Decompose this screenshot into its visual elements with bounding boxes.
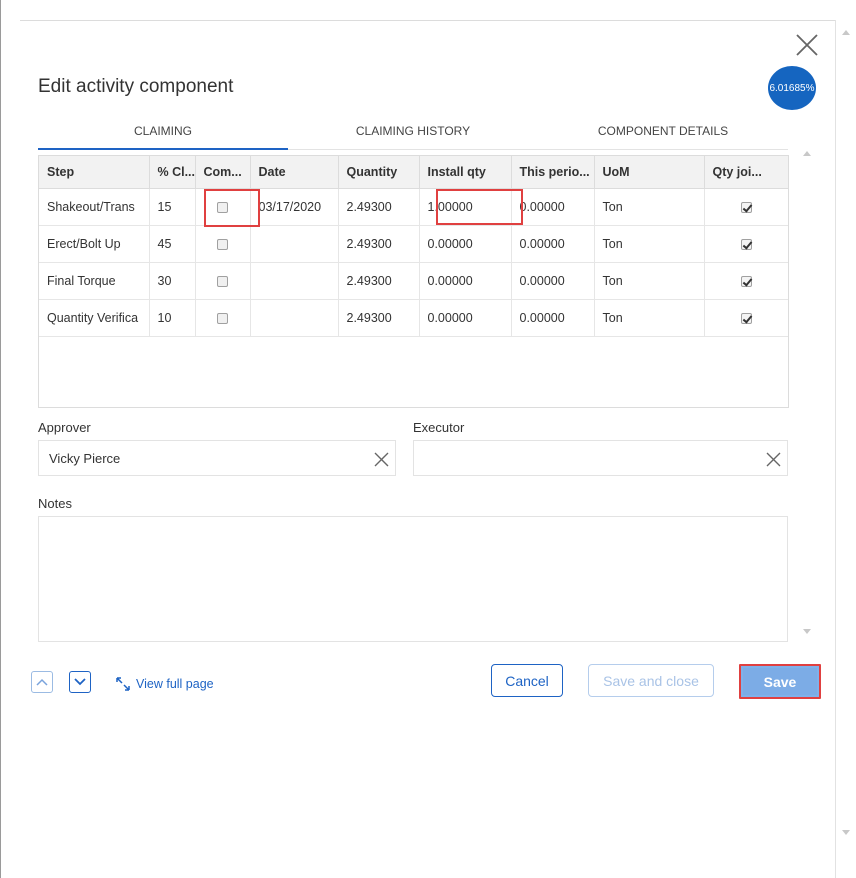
column-header-install-qty[interactable]: Install qty [419,156,512,189]
claiming-grid: Step % Cl... Com... Date Quantity Instal… [38,155,789,408]
approver-value: Vicky Pierce [49,450,121,466]
column-header-step[interactable]: Step [39,156,150,189]
cell-install-qty[interactable]: 1.00000 [419,188,512,226]
cell-percent-claimed[interactable]: 30 [149,262,196,300]
scroll-down-arrow-icon[interactable] [803,629,811,634]
chevron-up-icon [36,678,48,686]
notes-textarea[interactable] [38,516,788,642]
cell-date[interactable]: 03/17/2020 [250,188,339,226]
table-header-row: Step % Cl... Com... Date Quantity Instal… [39,156,788,189]
cell-complete [195,188,251,226]
dialog-title: Edit activity component [38,76,234,97]
clear-icon[interactable] [374,452,389,467]
column-header-date[interactable]: Date [250,156,339,189]
cell-complete [195,225,251,263]
cell-uom: Ton [594,188,705,226]
cell-qty-joined [704,299,788,337]
claiming-table: Step % Cl... Com... Date Quantity Instal… [39,156,788,337]
clear-icon[interactable] [766,452,781,467]
column-header-this-period[interactable]: This perio... [511,156,595,189]
scroll-down-arrow-icon[interactable] [842,830,850,835]
complete-checkbox[interactable] [217,312,228,324]
cell-this-period: 0.00000 [511,225,595,263]
cell-this-period: 0.00000 [511,299,595,337]
expand-icon [116,677,130,691]
cell-date[interactable] [250,262,339,300]
qty-joined-checkbox[interactable] [741,275,753,287]
tab-claiming[interactable]: CLAIMING [38,120,288,150]
column-header-qty-joined[interactable]: Qty joi... [704,156,788,189]
cell-quantity: 2.49300 [338,299,420,337]
qty-joined-checkbox[interactable] [741,312,753,324]
executor-label: Executor [413,420,465,435]
cell-this-period: 0.00000 [511,188,595,226]
qty-joined-checkbox[interactable] [741,201,753,213]
view-full-page-link[interactable]: View full page [116,677,214,691]
previous-record-button[interactable] [31,671,53,693]
cell-quantity: 2.49300 [338,225,420,263]
progress-badge: 6.01685% [768,66,816,110]
column-header-complete[interactable]: Com... [195,156,251,189]
dialog-right-border [835,20,836,878]
table-row[interactable]: Final Torque 30 2.49300 0.00000 0.00000 … [39,262,788,300]
complete-checkbox[interactable] [217,275,228,287]
column-header-quantity[interactable]: Quantity [338,156,420,189]
table-row[interactable]: Shakeout/Trans 15 03/17/2020 2.49300 1.0… [39,188,788,226]
close-icon[interactable] [794,32,820,58]
cancel-button[interactable]: Cancel [491,664,563,697]
complete-checkbox[interactable] [217,238,228,250]
column-header-uom[interactable]: UoM [594,156,705,189]
cell-step[interactable]: Final Torque [39,262,150,300]
next-record-button[interactable] [69,671,91,693]
page-scrollbar[interactable] [837,20,856,878]
cell-quantity: 2.49300 [338,188,420,226]
chevron-down-icon [74,678,86,686]
cell-this-period: 0.00000 [511,262,595,300]
cell-install-qty[interactable]: 0.00000 [419,225,512,263]
column-header-percent-claimed[interactable]: % Cl... [149,156,196,189]
table-row[interactable]: Erect/Bolt Up 45 2.49300 0.00000 0.00000… [39,225,788,263]
table-row[interactable]: Quantity Verifica 10 2.49300 0.00000 0.0… [39,299,788,337]
cell-step[interactable]: Shakeout/Trans [39,188,150,226]
save-button[interactable]: Save [743,668,817,695]
tab-component-details[interactable]: COMPONENT DETAILS [538,120,788,149]
save-and-close-button[interactable]: Save and close [588,664,714,697]
cell-complete [195,262,251,300]
scroll-up-arrow-icon[interactable] [842,30,850,35]
cell-qty-joined [704,188,788,226]
cell-qty-joined [704,225,788,263]
complete-checkbox[interactable] [217,201,228,213]
cell-uom: Ton [594,262,705,300]
cell-complete [195,299,251,337]
qty-joined-checkbox[interactable] [741,238,753,250]
executor-field[interactable] [413,440,788,476]
window-left-border [0,0,1,878]
cell-percent-claimed[interactable]: 15 [149,188,196,226]
cell-uom: Ton [594,299,705,337]
cell-qty-joined [704,262,788,300]
cell-date[interactable] [250,299,339,337]
cell-install-qty[interactable]: 0.00000 [419,262,512,300]
approver-label: Approver [38,420,91,435]
save-button-highlight: Save [739,664,821,699]
dialog-top-border [20,20,836,21]
tab-bar: CLAIMING CLAIMING HISTORY COMPONENT DETA… [38,120,788,150]
cell-uom: Ton [594,225,705,263]
cell-quantity: 2.49300 [338,262,420,300]
cell-install-qty[interactable]: 0.00000 [419,299,512,337]
cell-date[interactable] [250,225,339,263]
dialog-scrollbar[interactable] [798,145,816,645]
cell-step[interactable]: Quantity Verifica [39,299,150,337]
cell-step[interactable]: Erect/Bolt Up [39,225,150,263]
cell-percent-claimed[interactable]: 45 [149,225,196,263]
approver-field[interactable]: Vicky Pierce [38,440,396,476]
cell-percent-claimed[interactable]: 10 [149,299,196,337]
tab-claiming-history[interactable]: CLAIMING HISTORY [288,120,538,149]
notes-label: Notes [38,496,72,511]
scroll-up-arrow-icon[interactable] [803,151,811,156]
view-full-page-label: View full page [136,677,214,691]
